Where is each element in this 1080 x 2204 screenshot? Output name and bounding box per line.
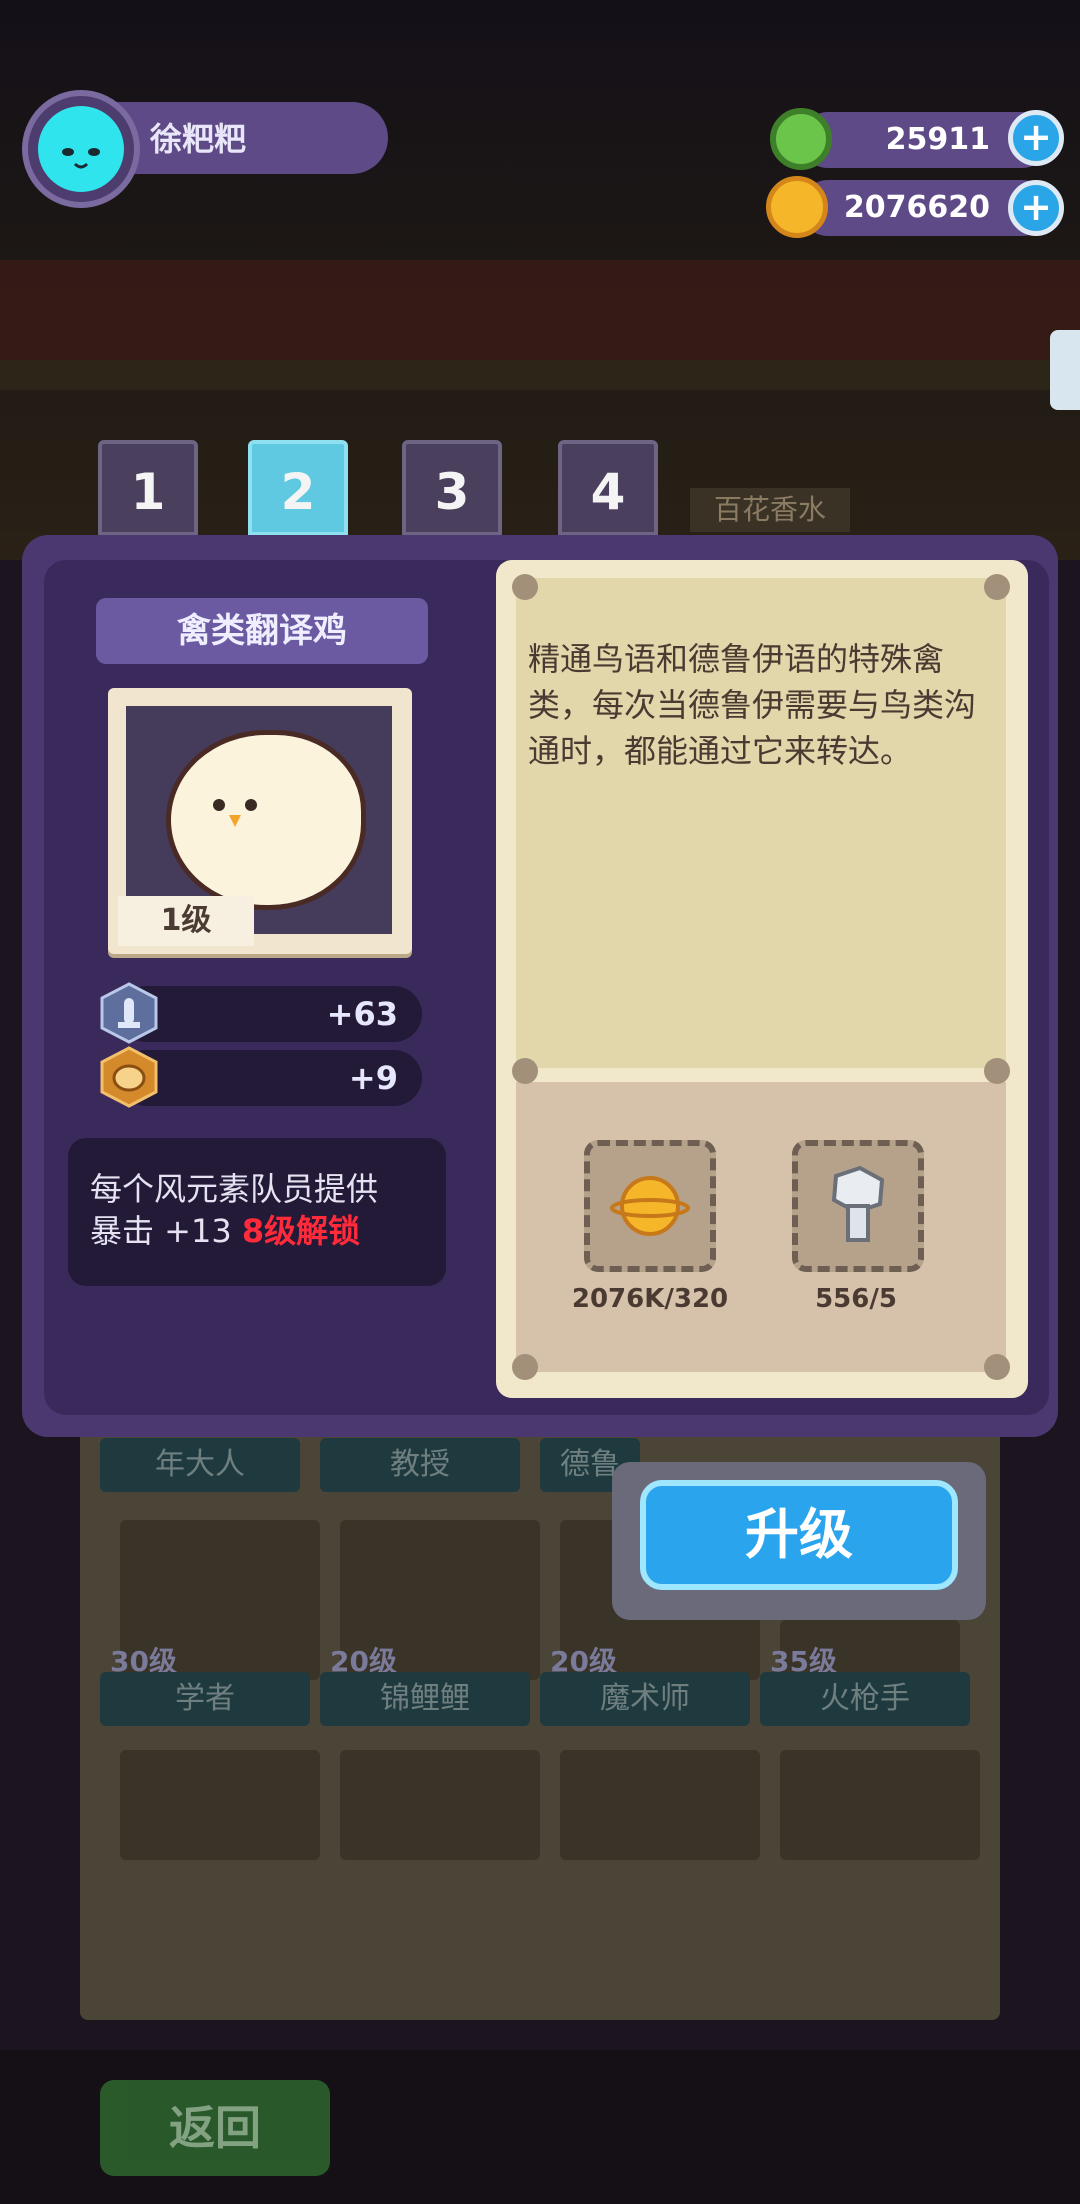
character-title: 禽类翻译鸡 (96, 598, 428, 664)
bg-card-name: 教授 (320, 1438, 520, 1492)
character-description: 精通鸟语和德鲁伊语的特殊禽类，每次当德鲁伊需要与鸟类沟通时，都能通过它来转达。 (528, 640, 977, 770)
rivet-icon (984, 1354, 1010, 1380)
bg-character-card (560, 1750, 760, 1860)
rivet-icon (512, 574, 538, 600)
bolt-cost-slot (792, 1140, 924, 1272)
green-donut-icon (770, 108, 832, 170)
add-coins-button[interactable]: + (1008, 180, 1064, 236)
bolt-cost-amount: 556/5 (815, 1284, 897, 1314)
background-sign: 百花香水 (690, 488, 850, 532)
gold-planet-coin-icon (766, 176, 828, 238)
coin-icon (610, 1176, 690, 1236)
attack-icon (98, 982, 160, 1044)
player-name: 徐粑粑 (150, 120, 247, 158)
attack-stat: +63 (118, 986, 422, 1042)
rivet-icon (984, 1058, 1010, 1084)
skill-unlock-requirement: 8级解锁 (241, 1212, 361, 1250)
rivet-icon (984, 574, 1010, 600)
tab-4[interactable]: 4 (558, 440, 658, 536)
rivet-icon (512, 1354, 538, 1380)
coin-cost-slot (584, 1140, 716, 1272)
bolt-icon (831, 1165, 885, 1242)
tab-1[interactable]: 1 (98, 440, 198, 536)
skill-description: 每个风元素队员提供 暴击 +13 8级解锁 (68, 1138, 446, 1286)
bg-card-name: 年大人 (100, 1438, 300, 1492)
bg-card-name: 魔术师 (540, 1672, 750, 1726)
tab-2[interactable]: 2 (248, 440, 348, 536)
background-shelf (0, 360, 1080, 390)
back-button[interactable]: 返回 (100, 2080, 330, 2176)
chicken-character-icon (166, 730, 366, 910)
coin-cost-amount: 2076K/320 (571, 1284, 729, 1314)
bg-card-name: 学者 (100, 1672, 310, 1726)
intellect-stat: +9 (118, 1050, 422, 1106)
bg-card-name: 火枪手 (760, 1672, 970, 1726)
skill-bonus: 暴击 +13 (90, 1212, 232, 1250)
bg-character-card (340, 1750, 540, 1860)
tab-3[interactable]: 3 (402, 440, 502, 536)
add-gems-button[interactable]: + (1008, 110, 1064, 166)
upgrade-button[interactable]: 升级 (640, 1480, 958, 1590)
skill-text-line1: 每个风元素队员提供 (90, 1170, 379, 1208)
brain-icon (98, 1046, 160, 1108)
cat-avatar-icon (38, 106, 124, 192)
share-icon[interactable] (1050, 330, 1080, 410)
skill-text-line2: 暴击 +13 8级解锁 (90, 1210, 424, 1252)
character-level-tag: 1级 (118, 896, 254, 946)
bg-character-card (780, 1750, 980, 1860)
bg-card-name: 锦鲤鲤 (320, 1672, 530, 1726)
rivet-icon (512, 1058, 538, 1084)
bg-character-card (120, 1750, 320, 1860)
